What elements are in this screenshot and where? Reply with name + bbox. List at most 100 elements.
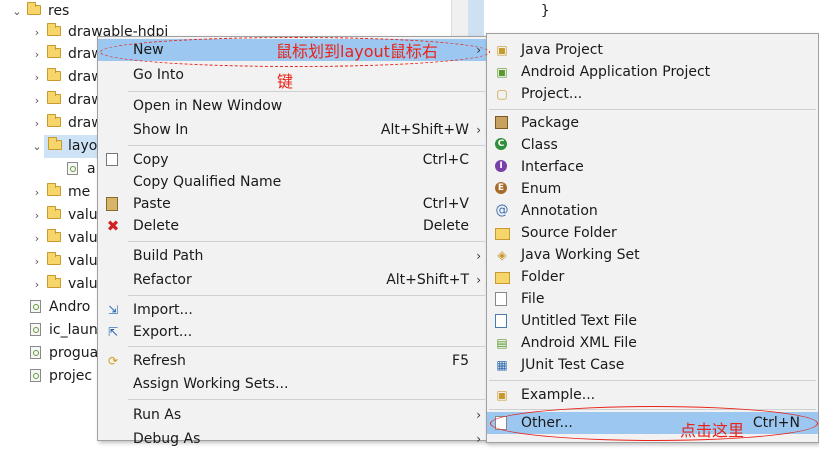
submenu-item-file[interactable]: File [487, 288, 818, 310]
menu-item-label: Refactor [133, 272, 192, 288]
menu-item-import[interactable]: ⇲ Import... [98, 299, 487, 321]
menu-item-label: Export... [133, 324, 193, 340]
expanded-chevron-icon[interactable]: ⌄ [12, 0, 22, 23]
submenu-item-package[interactable]: Package [487, 112, 818, 134]
interface-icon: I [495, 160, 507, 172]
annotation-text-click-here: 点击这里 [680, 421, 745, 440]
menu-item-label: Interface [521, 159, 584, 175]
submenu-item-source-folder[interactable]: Source Folder [487, 222, 818, 244]
submenu-arrow-icon: › [476, 273, 481, 287]
tree-item-label: valu [68, 253, 98, 269]
menu-item-paste[interactable]: Paste Ctrl+V [98, 193, 487, 215]
menu-item-label: Copy [133, 152, 169, 168]
menu-item-run-as[interactable]: Run As › [98, 404, 487, 426]
refresh-icon: ⟳ [107, 354, 119, 368]
class-icon: C [495, 138, 507, 150]
menu-item-copy-qualified-name[interactable]: Copy Qualified Name [98, 171, 487, 193]
folder-icon [47, 252, 61, 265]
submenu-item-example[interactable]: ▣ Example... [487, 384, 818, 406]
menu-item-label: Java Project [521, 42, 603, 58]
menu-item-copy[interactable]: Copy Ctrl+C [98, 149, 487, 171]
copy-icon [106, 153, 118, 166]
collapsed-chevron-icon[interactable]: › [32, 89, 42, 112]
menu-item-build-path[interactable]: Build Path › [98, 245, 487, 267]
folder-icon [47, 68, 61, 81]
menu-separator [128, 346, 485, 347]
menu-separator [128, 91, 485, 92]
android-xml-icon: ▤ [496, 336, 508, 350]
collapsed-chevron-icon[interactable]: › [32, 43, 42, 66]
new-submenu: ▣ Java Project ▣ Android Application Pro… [486, 33, 819, 443]
menu-item-label: Package [521, 115, 580, 131]
paste-icon [106, 197, 118, 211]
example-icon: ▣ [496, 388, 508, 402]
menu-item-shortcut: F5 [452, 353, 469, 369]
menu-item-label: Import... [133, 302, 193, 318]
submenu-item-class[interactable]: C Class [487, 134, 818, 156]
menu-item-label: Class [521, 137, 558, 153]
submenu-item-junit-test-case[interactable]: ▦ JUnit Test Case [487, 354, 818, 376]
tree-item-res[interactable]: ⌄ res [0, 0, 460, 23]
menu-item-label: Example... [521, 387, 596, 403]
menu-item-open-in-new-window[interactable]: Open in New Window [98, 95, 487, 117]
submenu-item-project[interactable]: ▢ Project... [487, 83, 818, 105]
menu-item-label: Project... [521, 86, 583, 102]
menu-item-assign-working-sets[interactable]: Assign Working Sets... [98, 373, 487, 395]
submenu-item-annotation[interactable]: @ Annotation [487, 200, 818, 222]
menu-item-shortcut: Alt+Shift+W [380, 122, 469, 138]
submenu-item-folder[interactable]: Folder [487, 266, 818, 288]
menu-separator [128, 145, 485, 146]
submenu-item-java-working-set[interactable]: ◈ Java Working Set [487, 244, 818, 266]
tree-item-label: valu [68, 207, 98, 223]
collapsed-chevron-icon[interactable]: › [32, 227, 42, 250]
tree-twisty-layout[interactable]: ⌄ [0, 135, 44, 158]
submenu-item-java-project[interactable]: ▣ Java Project [487, 39, 818, 61]
menu-item-label: Open in New Window [133, 98, 283, 114]
collapsed-chevron-icon[interactable]: › [32, 66, 42, 89]
tree-item-label: me [68, 184, 91, 200]
annotation-text-key: 键 [277, 72, 294, 91]
tree-item-label: res [48, 3, 70, 19]
menu-item-label: Annotation [521, 203, 598, 219]
menu-item-label: Refresh [133, 353, 186, 369]
collapsed-chevron-icon[interactable]: › [32, 112, 42, 135]
folder-icon [47, 23, 61, 36]
menu-item-refactor[interactable]: Refactor Alt+Shift+T › [98, 269, 487, 291]
menu-item-shortcut: Ctrl+V [422, 196, 469, 212]
folder-icon [48, 137, 62, 150]
submenu-arrow-icon: › [476, 123, 481, 137]
menu-item-label: Copy Qualified Name [133, 174, 282, 190]
java-project-icon: ▣ [496, 43, 508, 57]
submenu-arrow-icon: › [476, 249, 481, 263]
source-folder-icon [495, 228, 510, 240]
collapsed-chevron-icon[interactable]: › [32, 250, 42, 273]
submenu-item-untitled-text-file[interactable]: Untitled Text File [487, 310, 818, 332]
menu-item-label: Build Path [133, 248, 204, 264]
submenu-arrow-icon: › [476, 408, 481, 422]
collapsed-chevron-icon[interactable]: › [32, 181, 42, 204]
expanded-chevron-icon[interactable]: ⌄ [32, 135, 42, 158]
menu-separator [128, 241, 485, 242]
collapsed-chevron-icon[interactable]: › [32, 273, 42, 296]
menu-item-delete[interactable]: ✖ Delete Delete [98, 215, 487, 237]
project-icon: ▢ [496, 87, 508, 101]
tree-item-label: ic_laun [49, 322, 98, 338]
submenu-item-interface[interactable]: I Interface [487, 156, 818, 178]
file-icon [30, 346, 41, 359]
menu-item-export[interactable]: ⇱ Export... [98, 321, 487, 343]
submenu-item-android-application-project[interactable]: ▣ Android Application Project [487, 61, 818, 83]
collapsed-chevron-icon[interactable]: › [32, 21, 42, 44]
submenu-item-android-xml-file[interactable]: ▤ Android XML File [487, 332, 818, 354]
delete-icon: ✖ [106, 217, 120, 235]
tree-scrollbar[interactable] [451, 0, 468, 40]
menu-item-show-in[interactable]: Show In Alt+Shift+W › [98, 119, 487, 141]
tree-item-label: progua [49, 345, 99, 361]
menu-item-refresh[interactable]: ⟳ Refresh F5 [98, 350, 487, 372]
menu-item-label: File [521, 291, 545, 307]
menu-separator [128, 295, 485, 296]
collapsed-chevron-icon[interactable]: › [32, 204, 42, 227]
menu-item-shortcut: Alt+Shift+T [386, 272, 469, 288]
menu-item-label: Paste [133, 196, 171, 212]
menu-item-debug-as[interactable]: Debug As › [98, 428, 487, 450]
submenu-item-enum[interactable]: E Enum [487, 178, 818, 200]
